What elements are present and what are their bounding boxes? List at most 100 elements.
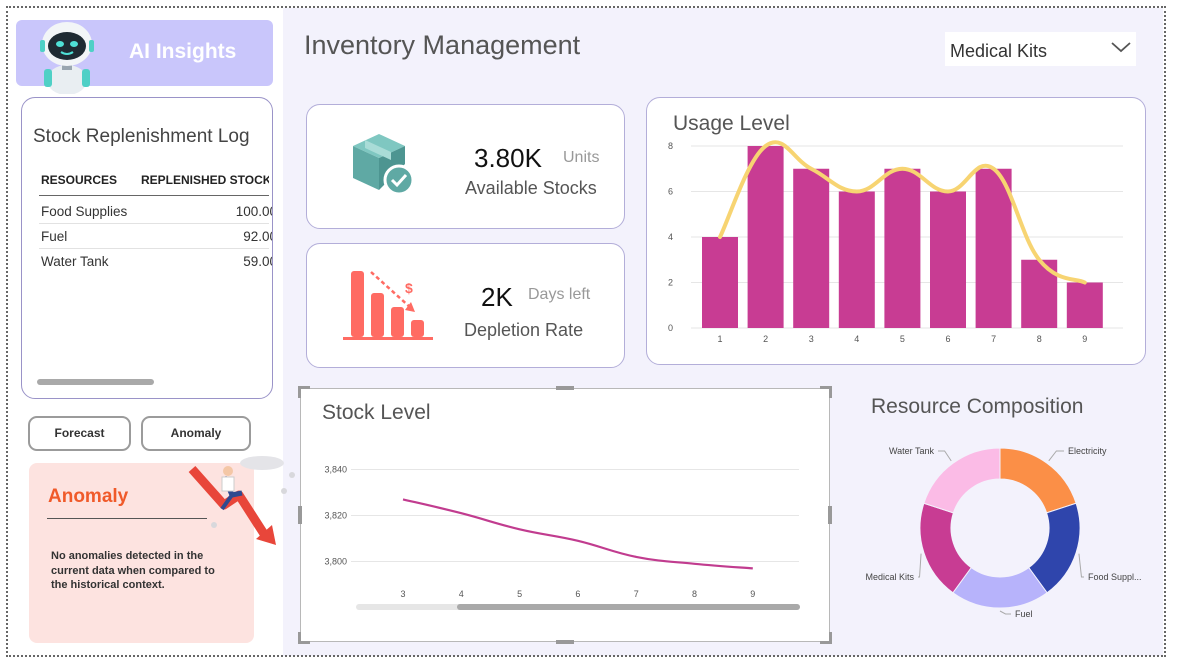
usage-level-chart: 0 2 4 6 8 1 2 3 4 5 6 7 8 9 <box>668 140 1123 344</box>
resize-handle[interactable] <box>828 506 832 524</box>
x-tick-label: 3 <box>809 334 814 344</box>
table-row: Fuel 92.00 <box>41 229 272 244</box>
column-header-resources[interactable]: RESOURCES <box>41 173 117 187</box>
table-row: Food Supplies 100.00 <box>41 204 273 219</box>
resize-handle[interactable] <box>298 632 301 644</box>
resize-handle[interactable] <box>556 640 574 644</box>
resize-handle[interactable] <box>829 386 832 398</box>
pie-slice <box>999 447 1077 514</box>
y-tick-label: 3,820 <box>324 511 347 521</box>
kpi-card-depletion-rate: $ 2K Days left Depletion Rate <box>306 243 625 368</box>
resize-handle[interactable] <box>556 386 574 390</box>
x-tick-label: 5 <box>517 589 522 599</box>
kpi-unit: Units <box>563 149 600 166</box>
row-divider <box>39 248 269 249</box>
falling-arrow-illustration-icon <box>188 456 295 545</box>
dropdown-selected-value: Medical Kits <box>950 41 1048 61</box>
y-tick-label: 6 <box>668 187 673 197</box>
x-tick-label: 8 <box>692 589 697 599</box>
table-row: Water Tank 59.00 <box>41 254 272 269</box>
bar <box>838 191 875 328</box>
log-table-header: RESOURCES REPLENISHED STOCK <box>41 173 269 187</box>
x-tick-label: 9 <box>1082 334 1087 344</box>
usage-level-card: Usage Level 02468123456789 <box>646 97 1146 365</box>
slice-label: Electricity <box>1068 446 1107 456</box>
bar <box>1066 282 1103 328</box>
resource-composition-donut-chart: Electricity Food Suppl... Fuel Medical Kits… <box>865 446 1142 619</box>
leader-line <box>999 610 1011 615</box>
anomaly-message: No anomalies detected in the current dat… <box>51 550 215 591</box>
column-header-replenished-stock[interactable]: REPLENISHED STOCK <box>141 173 269 187</box>
stock-level-chart: 3,800 3,820 3,840 3 4 5 6 7 8 9 <box>324 465 800 610</box>
leader-line <box>918 553 922 578</box>
y-tick-label: 8 <box>668 141 673 151</box>
bar <box>884 168 921 328</box>
forecast-button[interactable]: Forecast <box>28 416 131 451</box>
row-divider <box>39 223 269 224</box>
anomaly-button[interactable]: Anomaly <box>141 416 251 451</box>
x-tick-label: 1 <box>717 334 722 344</box>
x-tick-label: 8 <box>1037 334 1042 344</box>
x-tick-label: 9 <box>750 589 755 599</box>
row-value: 100.00 <box>235 204 273 219</box>
header-divider <box>39 195 269 196</box>
x-tick-label: 2 <box>763 334 768 344</box>
anomaly-title: Anomaly <box>48 486 129 507</box>
x-tick-label: 6 <box>945 334 950 344</box>
kpi-label: Depletion Rate <box>464 320 584 340</box>
row-value: 59.00 <box>243 254 272 269</box>
y-tick-label: 3,800 <box>324 557 347 567</box>
x-tick-label: 4 <box>854 334 859 344</box>
kpi-card-available-stocks: 3.80K Units Available Stocks <box>306 104 625 229</box>
row-resource: Food Supplies <box>41 204 128 219</box>
anomaly-divider <box>47 518 207 519</box>
resource-filter-dropdown[interactable]: Medical Kits <box>945 32 1136 66</box>
y-tick-label: 4 <box>668 232 673 242</box>
resize-handle[interactable] <box>829 632 832 644</box>
composition-chart-title: Resource Composition <box>871 395 1084 418</box>
leader-line <box>1078 553 1084 578</box>
replenishment-log-card: Stock Replenishment Log RESOURCES REPLEN… <box>21 97 273 399</box>
anomaly-card: Anomaly No anomalies detected in the cur… <box>29 456 295 643</box>
resize-handle[interactable] <box>298 386 301 398</box>
log-title: Stock Replenishment Log <box>33 126 250 147</box>
x-tick-label: 3 <box>400 589 405 599</box>
x-tick-label: 7 <box>991 334 996 344</box>
row-resource: Water Tank <box>41 254 109 269</box>
slice-label: Fuel <box>1015 609 1033 619</box>
x-tick-label: 7 <box>634 589 639 599</box>
x-tick-label: 5 <box>900 334 905 344</box>
page-title: Inventory Management <box>304 30 581 60</box>
ai-insights-header: AI Insights <box>16 20 273 94</box>
x-tick-label: 6 <box>575 589 580 599</box>
series-line <box>402 498 753 570</box>
svg-text:$: $ <box>405 280 413 296</box>
robot-icon <box>40 22 94 94</box>
y-tick-label: 3,840 <box>324 465 347 475</box>
horizontal-scrollbar[interactable] <box>37 379 154 385</box>
bar <box>975 168 1012 328</box>
chevron-down-icon <box>1111 42 1131 53</box>
resize-handle[interactable] <box>298 506 302 524</box>
box-check-icon <box>353 134 415 196</box>
bar <box>702 237 738 328</box>
leader-line <box>938 450 952 462</box>
y-tick-label: 0 <box>668 323 673 333</box>
stock-level-card[interactable]: Stock Level 3,800 3,820 3,840 3 4 5 6 7 8 9 <box>300 388 830 642</box>
scroll-thumb[interactable] <box>457 604 800 610</box>
bar <box>793 168 830 328</box>
kpi-unit: Days left <box>528 286 591 303</box>
leader-line <box>1048 450 1064 462</box>
y-tick-label: 2 <box>668 278 673 288</box>
row-resource: Fuel <box>41 229 68 244</box>
bar <box>930 191 966 328</box>
kpi-label: Available Stocks <box>465 178 597 198</box>
slice-label: Food Suppl... <box>1088 572 1142 582</box>
kpi-value: 2K <box>481 282 513 312</box>
declining-bars-icon: $ <box>343 271 433 340</box>
kpi-value: 3.80K <box>474 143 542 173</box>
x-tick-label: 4 <box>459 589 464 599</box>
pie-slice <box>923 447 1001 514</box>
slice-label: Medical Kits <box>865 572 914 582</box>
ai-insights-title: AI Insights <box>129 40 237 63</box>
